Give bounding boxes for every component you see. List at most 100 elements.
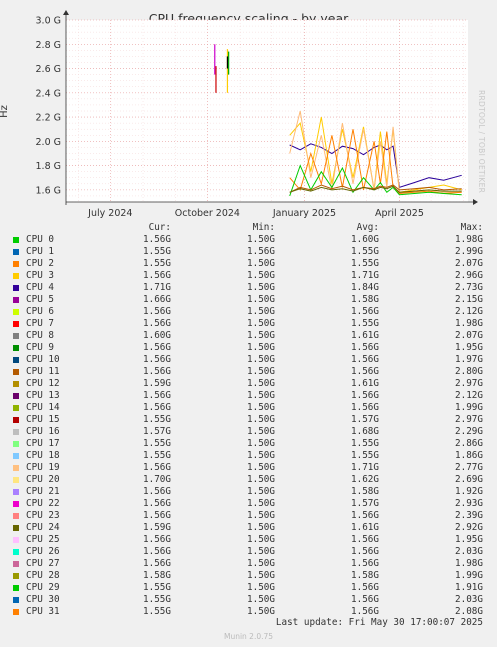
legend-swatch: [13, 405, 19, 411]
legend-min: 1.50G: [247, 486, 275, 497]
legend-swatch: [13, 333, 19, 339]
legend-series-name: CPU 16: [26, 426, 60, 437]
legend-series-name: CPU 26: [26, 546, 60, 557]
legend-max: 2.86G: [455, 438, 483, 449]
legend-avg: 1.56G: [351, 510, 379, 521]
legend-row: CPU 12 1.59G 1.50G 1.61G 2.97G: [0, 378, 497, 390]
legend-max: 2.03G: [455, 594, 483, 605]
legend-avg: 1.61G: [351, 330, 379, 341]
legend-row: CPU 0 1.56G 1.50G 1.60G 1.98G: [0, 234, 497, 246]
header-cur: Cur:: [148, 222, 171, 233]
legend-avg: 1.56G: [351, 558, 379, 569]
legend-max: 1.92G: [455, 486, 483, 497]
legend-row: CPU 3 1.56G 1.50G 1.71G 2.96G: [0, 270, 497, 282]
legend-avg: 1.56G: [351, 354, 379, 365]
legend-series-name: CPU 4: [26, 282, 54, 293]
legend-avg: 1.55G: [351, 438, 379, 449]
legend-cur: 1.70G: [143, 474, 171, 485]
legend-max: 2.80G: [455, 366, 483, 377]
legend-cur: 1.56G: [143, 390, 171, 401]
legend-avg: 1.55G: [351, 246, 379, 257]
legend-swatch: [13, 477, 19, 483]
legend-min: 1.50G: [247, 426, 275, 437]
legend-swatch: [13, 285, 19, 291]
legend-cur: 1.55G: [143, 258, 171, 269]
legend-row: CPU 15 1.55G 1.50G 1.57G 2.97G: [0, 414, 497, 426]
legend-cur: 1.56G: [143, 318, 171, 329]
legend-row: CPU 20 1.70G 1.50G 1.62G 2.69G: [0, 474, 497, 486]
legend-row: CPU 14 1.56G 1.50G 1.56G 1.99G: [0, 402, 497, 414]
x-axis-arrow: [473, 199, 478, 205]
legend-swatch: [13, 585, 19, 591]
legend-avg: 1.56G: [351, 342, 379, 353]
legend-max: 2.99G: [455, 246, 483, 257]
legend-cur: 1.60G: [143, 330, 171, 341]
legend-swatch: [13, 525, 19, 531]
last-update-text: Last update: Fri May 30 17:00:07 2025: [275, 617, 483, 628]
legend-swatch: [13, 237, 19, 243]
legend-cur: 1.56G: [143, 510, 171, 521]
legend-series-name: CPU 20: [26, 474, 60, 485]
legend-min: 1.50G: [247, 534, 275, 545]
legend-max: 1.95G: [455, 534, 483, 545]
legend-min: 1.50G: [247, 342, 275, 353]
legend-min: 1.50G: [247, 402, 275, 413]
header-min: Min:: [252, 222, 275, 233]
legend-max: 1.91G: [455, 582, 483, 593]
legend-cur: 1.56G: [143, 546, 171, 557]
legend-swatch: [13, 309, 19, 315]
legend-row: CPU 25 1.56G 1.50G 1.56G 1.95G: [0, 534, 497, 546]
legend-max: 2.08G: [455, 606, 483, 617]
legend-swatch: [13, 429, 19, 435]
legend-cur: 1.56G: [143, 342, 171, 353]
legend-swatch: [13, 321, 19, 327]
legend-min: 1.50G: [247, 558, 275, 569]
legend-swatch: [13, 273, 19, 279]
legend-cur: 1.59G: [143, 522, 171, 533]
legend-min: 1.50G: [247, 522, 275, 533]
legend-cur: 1.55G: [143, 582, 171, 593]
legend-series-name: CPU 22: [26, 498, 60, 509]
legend-row: CPU 16 1.57G 1.50G 1.68G 2.29G: [0, 426, 497, 438]
legend-series-name: CPU 11: [26, 366, 60, 377]
legend-max: 2.96G: [455, 270, 483, 281]
legend-min: 1.50G: [247, 546, 275, 557]
x-tick-label: July 2024: [87, 208, 132, 219]
legend-swatch: [13, 297, 19, 303]
header-max: Max:: [460, 222, 483, 233]
legend-swatch: [13, 501, 19, 507]
chart-plot: 1.6 G 1.8 G 2.0 G 2.2 G 2.4 G 2.6 G 2.8 G 3.0 G…: [36, 10, 478, 219]
legend-swatch: [13, 597, 19, 603]
legend-header: Cur: Min: Avg: Max:: [0, 222, 497, 234]
legend-cur: 1.56G: [143, 354, 171, 365]
y-tick-label: 1.6 G: [36, 185, 62, 196]
legend-row: CPU 24 1.59G 1.50G 1.61G 2.92G: [0, 522, 497, 534]
legend-avg: 1.56G: [351, 366, 379, 377]
legend-avg: 1.62G: [351, 474, 379, 485]
legend-avg: 1.56G: [351, 594, 379, 605]
legend-min: 1.50G: [247, 366, 275, 377]
y-tick-label: 2.8 G: [36, 40, 62, 51]
legend-max: 1.98G: [455, 234, 483, 245]
x-tick-label: April 2025: [375, 208, 424, 219]
legend-series-name: CPU 9: [26, 342, 54, 353]
legend-min: 1.50G: [247, 462, 275, 473]
legend-max: 2.07G: [455, 258, 483, 269]
legend-row: CPU 10 1.56G 1.50G 1.56G 1.97G: [0, 354, 497, 366]
legend-avg: 1.56G: [351, 402, 379, 413]
legend-swatch: [13, 357, 19, 363]
legend-series-name: CPU 2: [26, 258, 54, 269]
legend-min: 1.50G: [247, 378, 275, 389]
legend-avg: 1.68G: [351, 426, 379, 437]
legend-series-name: CPU 8: [26, 330, 54, 341]
legend-max: 2.92G: [455, 522, 483, 533]
legend-min: 1.50G: [247, 306, 275, 317]
legend-max: 2.15G: [455, 294, 483, 305]
legend-min: 1.50G: [247, 606, 275, 617]
legend-cur: 1.56G: [143, 366, 171, 377]
legend-swatch: [13, 249, 19, 255]
legend-swatch: [13, 453, 19, 459]
legend-cur: 1.71G: [143, 282, 171, 293]
legend-cur: 1.56G: [143, 498, 171, 509]
legend-avg: 1.56G: [351, 534, 379, 545]
